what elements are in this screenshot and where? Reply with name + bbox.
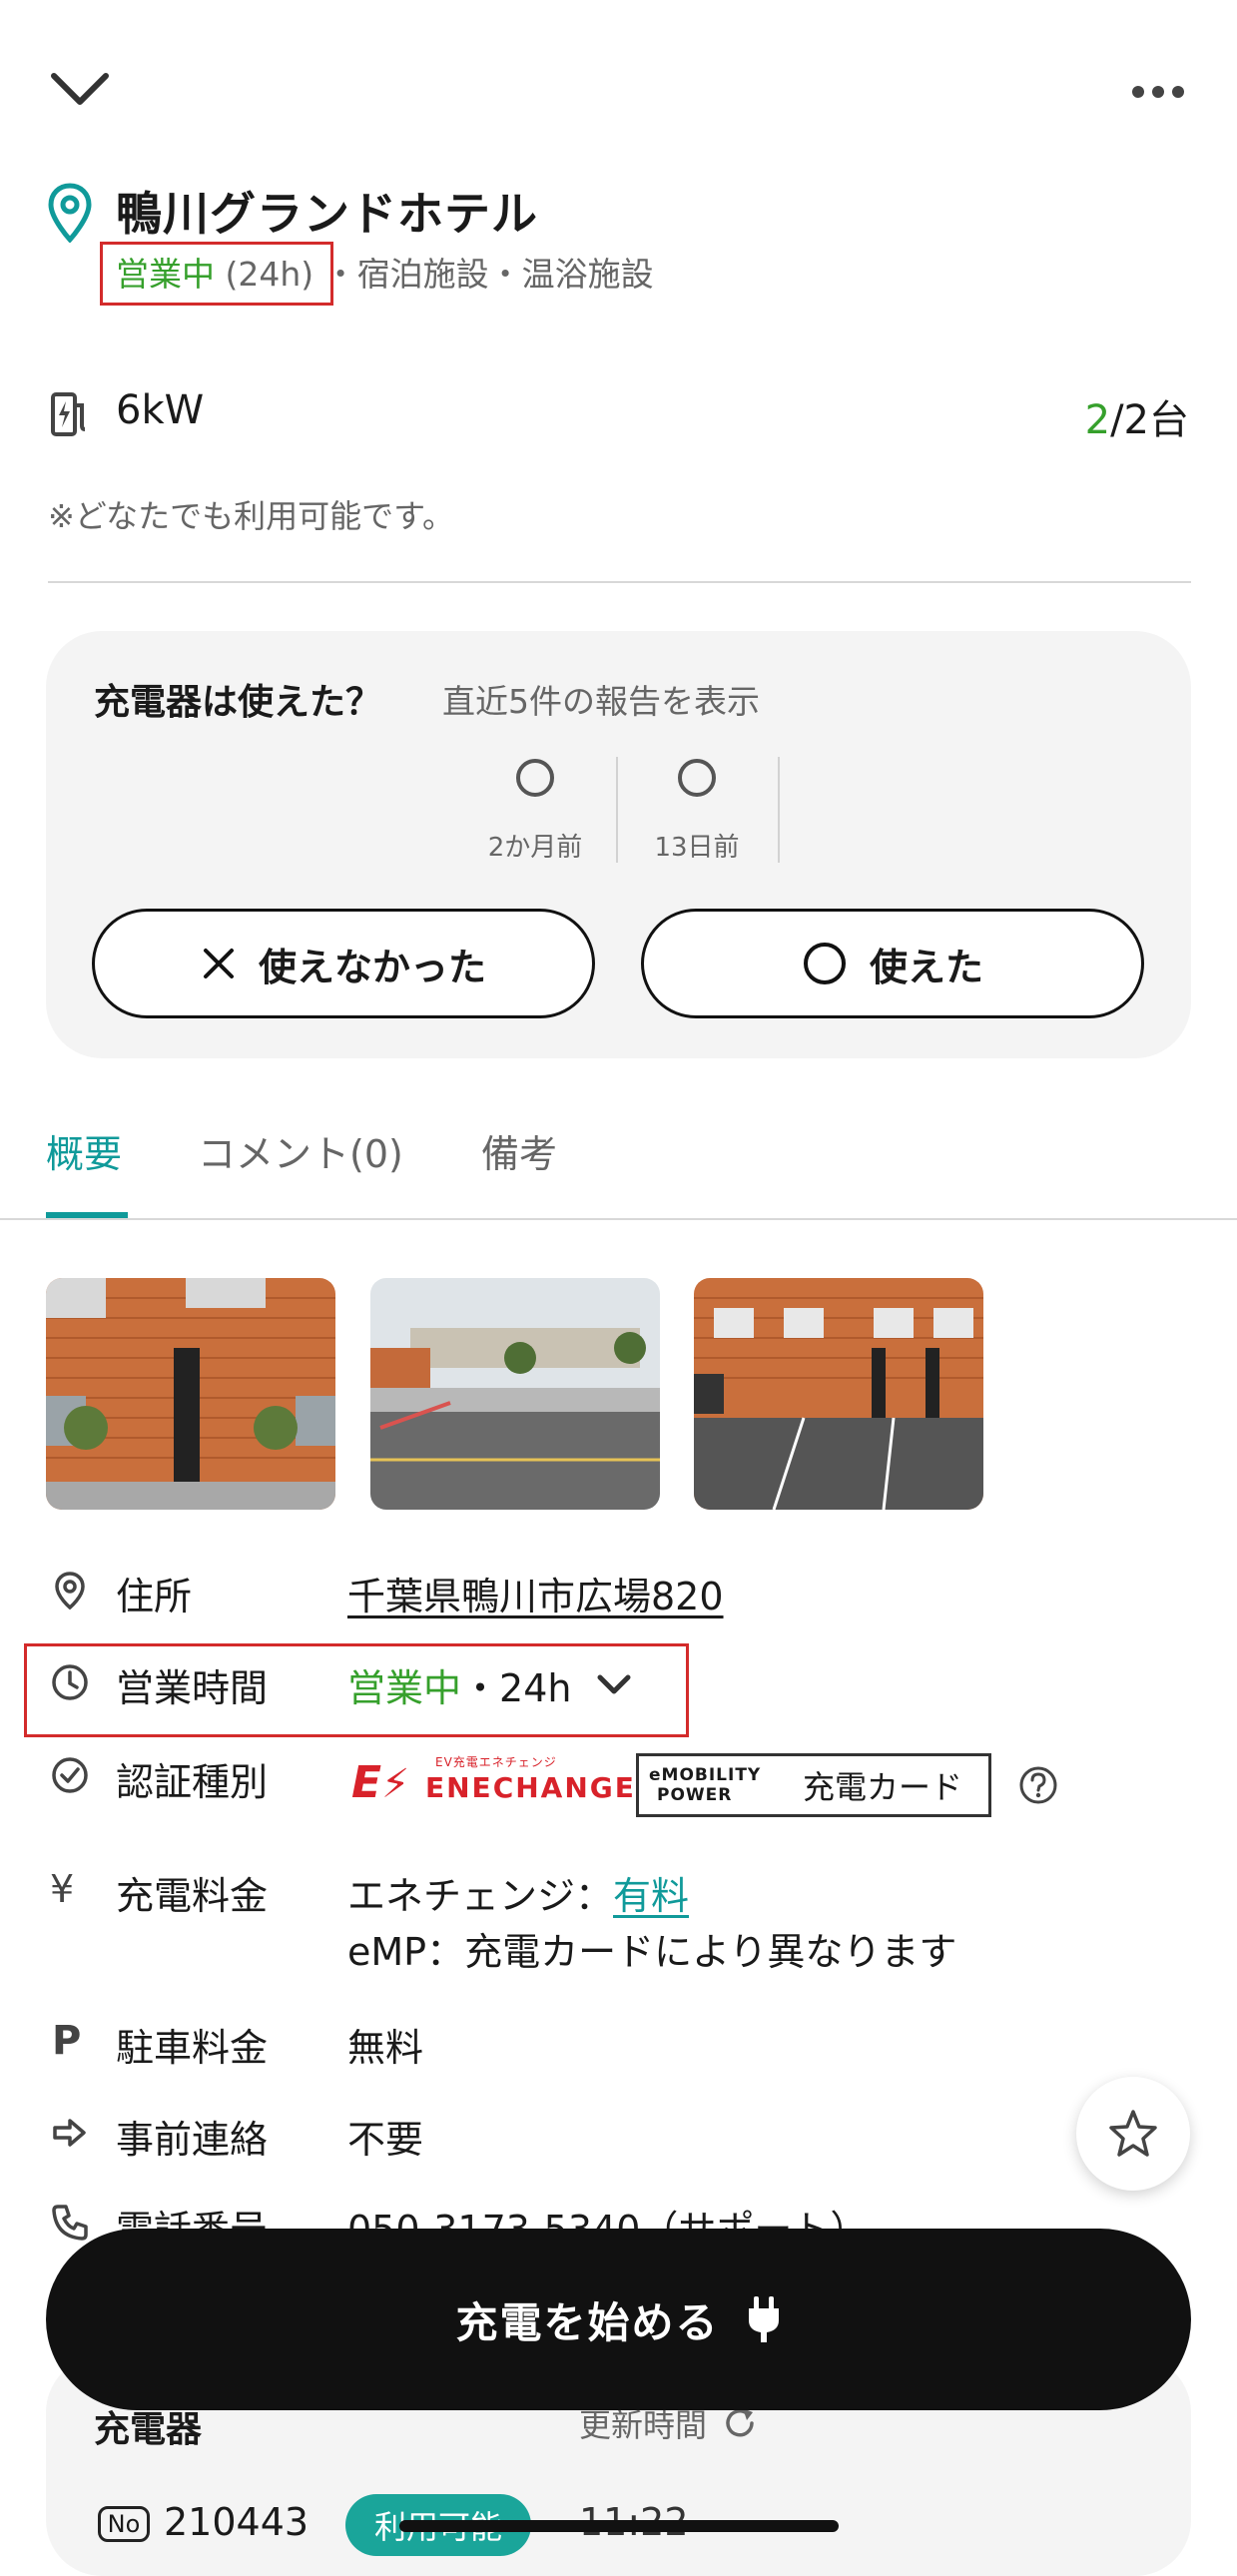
report-separator — [778, 757, 780, 863]
report-entry: 2か月前 — [455, 759, 615, 864]
charger-power: 6kW — [116, 387, 205, 433]
charger-no-badge: No — [98, 2506, 150, 2542]
emp-card-label: 充電カード — [803, 1768, 963, 1806]
help-icon[interactable] — [1018, 1765, 1058, 1805]
chevron-down-icon — [597, 1674, 631, 1696]
start-charging-label: 充電を始める — [455, 2297, 720, 2347]
station-photo[interactable] — [370, 1278, 660, 1510]
charger-plug-icon — [50, 391, 88, 437]
star-icon — [1107, 2108, 1159, 2160]
station-title: 鴨川グランドホテル — [116, 187, 538, 241]
hours-open-status: 営業中 — [347, 1666, 462, 1710]
check-circle-icon — [50, 1755, 90, 1795]
parking-icon: P — [52, 2018, 82, 2064]
success-circle-icon — [678, 759, 716, 797]
start-charging-button[interactable]: 充電を始める — [46, 2229, 1191, 2410]
divider — [48, 581, 1191, 583]
phone-icon — [50, 2203, 90, 2243]
parking-label: 駐車料金 — [116, 2026, 269, 2070]
fee-line1-prefix: エネチェンジ： — [347, 1874, 614, 1918]
open-status: 営業中 — [116, 255, 215, 294]
report-entry-date: 13日前 — [654, 833, 740, 863]
hours-label: 営業時間 — [116, 1666, 269, 1710]
fee-line1: エネチェンジ：有料 — [347, 1865, 689, 1920]
report-question: 充電器は使えた？ — [94, 682, 382, 723]
fee-paid-link[interactable]: 有料 — [613, 1874, 689, 1918]
emp-brand-line2: POWER — [657, 1785, 733, 1805]
address-link[interactable]: 千葉県鴨川市広場820 — [347, 1566, 724, 1620]
tab-remarks[interactable]: 備考 — [481, 1123, 557, 1178]
yen-icon: ¥ — [50, 1867, 75, 1911]
open-hours: (24h) — [225, 255, 314, 294]
collapse-chevron-down-icon[interactable] — [50, 70, 110, 110]
tab-comments[interactable]: コメント(0) — [198, 1123, 403, 1178]
hours-value: ・24h — [461, 1666, 572, 1710]
emobility-power-card-badge: eMOBILITY POWER 充電カード — [636, 1753, 991, 1817]
auth-label: 認証種別 — [116, 1760, 269, 1804]
contact-label: 事前連絡 — [116, 2118, 269, 2162]
fee-label: 充電料金 — [116, 1874, 269, 1918]
tab-overview[interactable]: 概要 — [46, 1123, 122, 1178]
report-success-button[interactable]: 使えた — [641, 909, 1144, 1018]
status-line: 営業中 (24h) ・宿泊施設・温浴施設 — [116, 248, 654, 296]
emp-brand-line1: eMOBILITY — [649, 1765, 762, 1785]
facility-categories: ・宿泊施設・温浴施設 — [323, 255, 654, 294]
charger-number: 210443 — [164, 2500, 309, 2544]
station-photo[interactable] — [46, 1278, 335, 1510]
contact-value: 不要 — [347, 2118, 424, 2162]
favorite-button[interactable] — [1076, 2077, 1190, 2191]
clock-icon — [50, 1662, 90, 1702]
parking-value: 無料 — [347, 2026, 424, 2070]
more-options-icon[interactable] — [1128, 80, 1188, 104]
report-entry-date: 2か月前 — [487, 833, 583, 863]
address-label: 住所 — [116, 1575, 193, 1618]
charger-count: 2/2台 — [1085, 387, 1189, 445]
divider — [0, 1218, 1237, 1220]
total-count: /2台 — [1110, 397, 1189, 443]
station-photo[interactable] — [694, 1278, 983, 1510]
enechange-tagline: EV充電エネチェンジ — [435, 1755, 557, 1769]
report-failed-label: 使えなかった — [258, 945, 486, 989]
enechange-name: ENECHANGE — [425, 1771, 636, 1804]
available-count: 2 — [1084, 397, 1111, 443]
success-circle-icon — [516, 759, 554, 797]
report-success-label: 使えた — [869, 945, 983, 989]
location-pin-icon — [48, 183, 92, 243]
plug-icon — [746, 2294, 782, 2344]
report-failed-button[interactable]: 使えなかった — [92, 909, 595, 1018]
report-entry: 13日前 — [617, 759, 777, 864]
location-pin-icon — [50, 1571, 90, 1610]
usage-note: ※どなたでも利用可能です。 — [48, 497, 454, 535]
hours-toggle[interactable]: 営業中 ・24h — [347, 1657, 631, 1712]
close-icon — [201, 946, 237, 981]
enechange-logo: E⚡ EV充電エネチェンジ ENECHANGE — [351, 1755, 636, 1808]
circle-icon — [802, 941, 848, 986]
fee-line2: eMP：充電カードにより異なります — [347, 1930, 957, 1974]
report-subtitle: 直近5件の報告を表示 — [442, 682, 760, 721]
home-indicator — [399, 2520, 839, 2532]
arrow-right-icon — [50, 2113, 90, 2153]
